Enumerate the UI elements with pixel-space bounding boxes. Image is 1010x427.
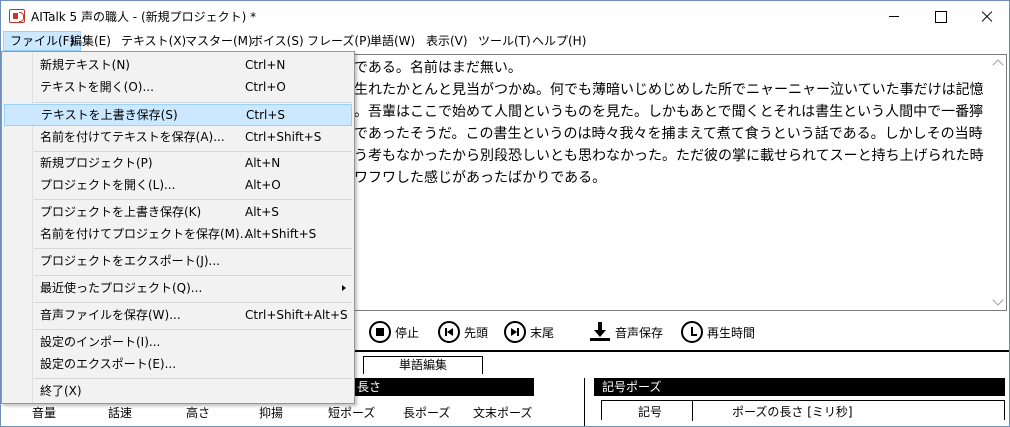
app-speaker-icon [9,9,25,23]
column-speed: 話速 [108,406,133,420]
skip-back-icon [438,321,460,343]
maximize-button[interactable] [917,1,963,31]
download-icon [589,321,611,343]
skip-forward-icon [504,321,526,343]
tab-word-edit[interactable]: 単語編集 [363,356,483,374]
editor-line: ワフワした感じがあったばかりである。 [354,170,607,186]
save-audio-label: 音声保存 [615,325,664,340]
menu-item-new-project[interactable]: 新規プロジェクト(P) Alt+N [4,152,352,174]
symbol-pause-header: 記号ポーズ [594,378,1005,396]
column-volume: 音量 [32,406,57,420]
title-bar: AITalk 5 声の職人 - (新規プロジェクト) * [1,1,1009,31]
menu-item-save-text-as[interactable]: 名前を付けてテキストを保存(A)... Ctrl+Shift+S [4,126,352,148]
menu-item-import-settings[interactable]: 設定のインポート(I)... [4,331,352,353]
column-short-pause: 短ポーズ [328,406,376,420]
menu-item-save-project[interactable]: プロジェクトを上書き保存(K) Alt+S [4,201,352,223]
menu-item-recent-projects[interactable]: 最近使ったプロジェクト(Q)... [4,277,352,299]
editor-line: 生れたかとんと見当がつかぬ。何でも薄暗いじめじめした所でニャーニャー泣いていた事… [354,82,984,98]
editor-line: う考もなかったから別段恐しいとも思わなかった。ただ彼の掌に載せられてスーと持ち上… [354,148,984,164]
menu-voice[interactable]: ボイス(S) [245,31,310,51]
pause-length-column-header: ポーズの長さ [ミリ秒] [732,405,853,419]
close-button[interactable] [963,1,1009,31]
menu-edit[interactable]: 編集(E) [64,31,117,51]
column-long-pause: 長ポーズ [403,406,451,420]
scroll-down-arrow-icon[interactable] [992,294,1004,306]
menu-item-open-text[interactable]: テキストを開く(O)... Ctrl+O [4,76,352,98]
menu-item-export-settings[interactable]: 設定のエクスポート(E)... [4,353,352,375]
menu-bar: ファイル(F) 編集(E) テキスト(X) マスター(M) ボイス(S) フレー… [1,31,1009,51]
app-window: AITalk 5 声の職人 - (新規プロジェクト) * ファイル(F) 編集(… [0,0,1010,427]
menu-item-new-text[interactable]: 新規テキスト(N) Ctrl+N [4,54,352,76]
menu-view[interactable]: 表示(V) [420,31,474,51]
file-menu-dropdown: 新規テキスト(N) Ctrl+N テキストを開く(O)... Ctrl+O テキ… [1,51,355,404]
stop-icon [369,321,391,343]
length-header-label: 長さ [357,380,382,394]
menu-item-exit[interactable]: 終了(X) [4,380,352,402]
play-time-button[interactable]: 再生時間 [681,318,755,346]
menu-item-save-project-as[interactable]: 名前を付けてプロジェクトを保存(M)... Alt+Shift+S [4,223,352,245]
column-pitch: 高さ [186,406,211,420]
scroll-up-arrow-icon[interactable] [992,59,1004,71]
go-last-label: 末尾 [530,325,555,340]
symbol-column-header: 記号 [638,405,663,419]
editor-line: であったそうだ。この書生というのは時々我々を捕まえて煮て食うという話である。しか… [354,126,983,142]
go-last-button[interactable]: 末尾 [504,318,554,346]
play-time-label: 再生時間 [707,325,756,340]
timer-icon [681,321,703,343]
menu-item-export-project[interactable]: プロジェクトをエクスポート(J)... [4,250,352,272]
window-title: AITalk 5 声の職人 - (新規プロジェクト) * [31,10,257,24]
stop-label: 停止 [395,325,420,340]
menu-word[interactable]: 単語(W) [364,31,421,51]
stop-button[interactable]: 停止 [369,318,419,346]
go-first-label: 先頭 [464,325,489,340]
menu-item-open-project[interactable]: プロジェクトを開く(L)... Alt+O [4,174,352,196]
go-first-button[interactable]: 先頭 [438,318,488,346]
editor-line: である。名前はまだ無い。 [354,60,522,76]
menu-item-save-text[interactable]: テキストを上書き保存(S) Ctrl+S [4,104,352,126]
menu-item-save-audio-file[interactable]: 音声ファイルを保存(W)... Ctrl+Shift+Alt+S [4,304,352,326]
column-intonation: 抑揚 [259,406,284,420]
minimize-button[interactable] [871,1,917,31]
symbol-pause-table: 記号 ポーズの長さ [ミリ秒] [601,400,1005,421]
submenu-arrow-icon [342,285,346,291]
column-end-pause: 文末ポーズ [473,406,533,420]
save-audio-button[interactable]: 音声保存 [589,318,663,346]
menu-help[interactable]: ヘルプ(H) [526,31,592,51]
editor-line: 。吾輩はここで始めて人間というものを見た。しかもあとで聞くとそれは書生という人間… [354,104,984,120]
